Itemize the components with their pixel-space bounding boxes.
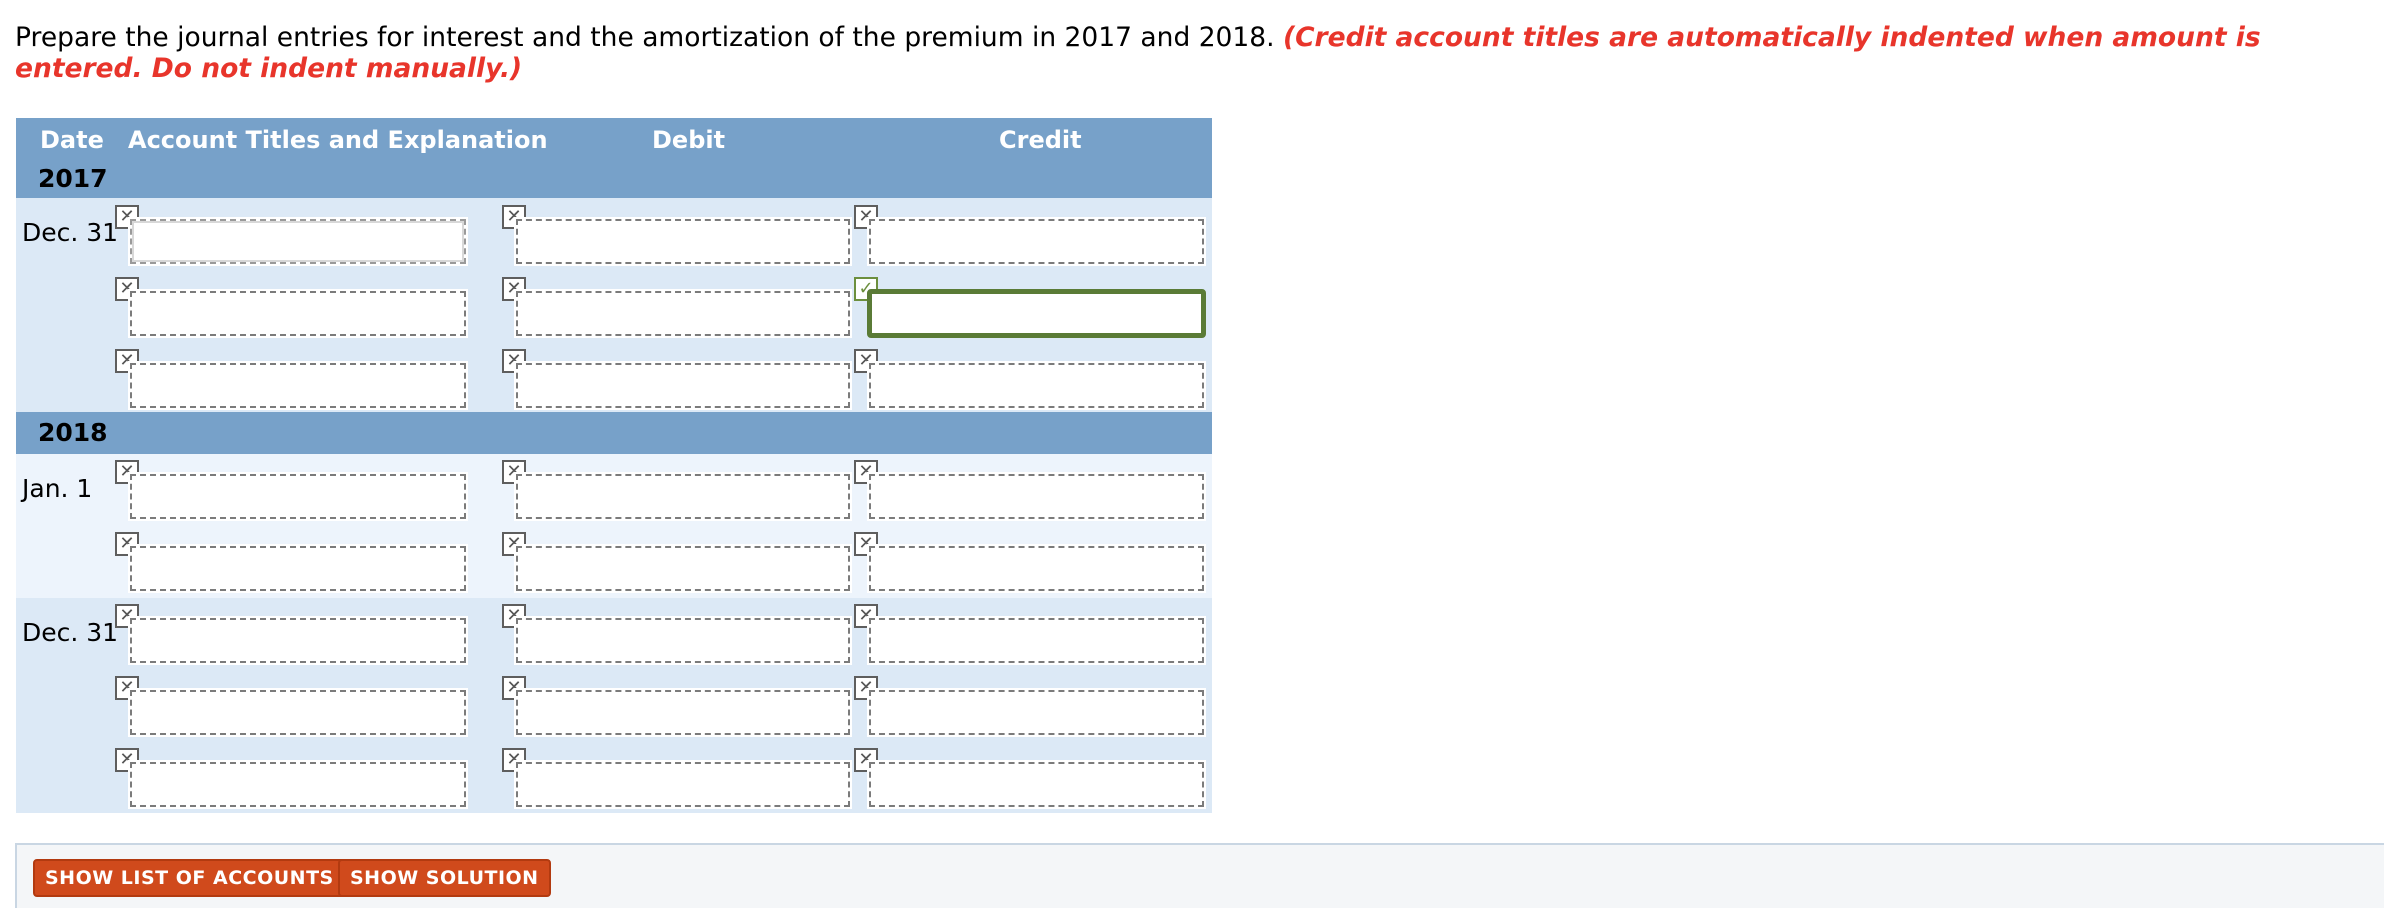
debit-input[interactable] xyxy=(514,472,852,521)
action-footer: SHOW LIST OF ACCOUNTS SHOW SOLUTION xyxy=(15,843,2384,908)
date-label: Dec. 31 xyxy=(22,618,119,647)
debit-input[interactable] xyxy=(514,760,852,809)
year-2017-label: 2017 xyxy=(38,164,108,193)
credit-input[interactable] xyxy=(867,289,1206,338)
header-credit: Credit xyxy=(999,126,1082,154)
credit-input[interactable] xyxy=(867,760,1206,809)
date-label: Jan. 1 xyxy=(22,474,93,503)
header-debit: Debit xyxy=(652,126,726,154)
account-title-input[interactable] xyxy=(128,616,468,665)
table-header: Date Account Titles and Explanation Debi… xyxy=(16,118,1212,198)
year-2018-bar: 2018 xyxy=(16,412,1212,454)
credit-input[interactable] xyxy=(867,616,1206,665)
account-title-input[interactable] xyxy=(128,361,468,410)
show-solution-button[interactable]: SHOW SOLUTION xyxy=(338,859,551,897)
debit-input[interactable] xyxy=(514,217,852,266)
header-account: Account Titles and Explanation xyxy=(128,126,548,154)
account-title-input[interactable] xyxy=(128,289,468,338)
credit-input[interactable] xyxy=(867,688,1206,737)
account-title-input[interactable] xyxy=(128,217,468,266)
credit-input[interactable] xyxy=(867,472,1206,521)
account-title-input[interactable] xyxy=(128,472,468,521)
debit-input[interactable] xyxy=(514,616,852,665)
debit-input[interactable] xyxy=(514,289,852,338)
year-2018-label: 2018 xyxy=(38,418,108,447)
debit-input[interactable] xyxy=(514,544,852,593)
date-label: Dec. 31 xyxy=(22,218,119,247)
credit-input[interactable] xyxy=(867,544,1206,593)
debit-input[interactable] xyxy=(514,688,852,737)
journal-entry-table: Date Account Titles and Explanation Debi… xyxy=(16,118,1212,813)
account-title-input[interactable] xyxy=(128,544,468,593)
credit-input[interactable] xyxy=(867,217,1206,266)
show-list-of-accounts-button[interactable]: SHOW LIST OF ACCOUNTS xyxy=(33,859,346,897)
credit-input[interactable] xyxy=(867,361,1206,410)
instructions-text: Prepare the journal entries for interest… xyxy=(15,22,1275,53)
account-title-input[interactable] xyxy=(128,760,468,809)
account-title-input[interactable] xyxy=(128,688,468,737)
instructions: Prepare the journal entries for interest… xyxy=(15,22,2375,84)
debit-input[interactable] xyxy=(514,361,852,410)
header-date: Date xyxy=(40,126,104,154)
